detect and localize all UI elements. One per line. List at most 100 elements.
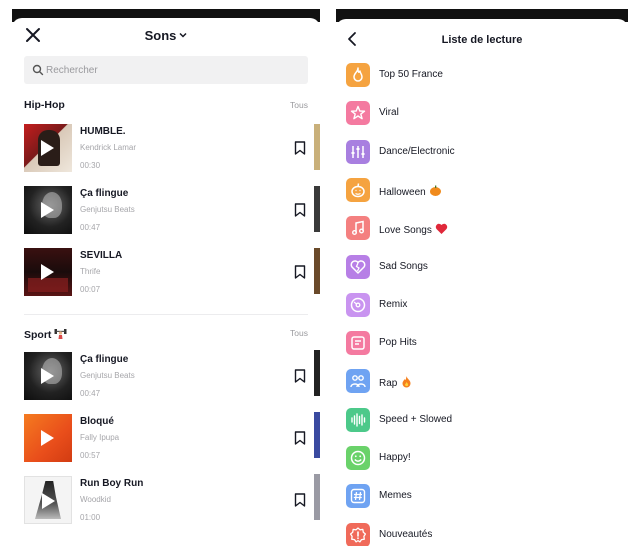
playlist-label: Memes <box>379 490 412 501</box>
track-row[interactable]: SEVILLA Thrife 00:07 <box>24 248 308 298</box>
playlist-label: Pop Hits <box>379 337 417 348</box>
flame-icon <box>346 63 370 87</box>
background-content <box>314 350 320 396</box>
section-title: Sport <box>24 327 67 341</box>
track-duration: 00:07 <box>80 285 101 294</box>
track-cover[interactable] <box>24 186 72 234</box>
red-heart-emoji-icon <box>435 223 448 235</box>
people-icon <box>346 369 370 394</box>
background-content <box>314 474 320 520</box>
track-row[interactable]: Ça flingue Genjutsu Beats 00:47 <box>24 352 308 402</box>
search-bar[interactable] <box>24 56 308 84</box>
track-artist: Woodkid <box>80 495 111 504</box>
track-row[interactable]: Ça flingue Genjutsu Beats 00:47 <box>24 186 308 236</box>
playlist-label-text: Top 50 France <box>379 69 443 80</box>
see-all-link[interactable]: Tous <box>290 100 308 110</box>
playlist-label: Happy! <box>379 452 411 463</box>
broken-heart-icon <box>346 254 370 279</box>
search-icon <box>32 64 44 76</box>
playlist-item[interactable]: Top 50 France <box>346 63 616 89</box>
track-duration: 00:47 <box>80 223 101 232</box>
background-content <box>314 412 320 458</box>
sounds-panel: Sons Hip-Hop Tous HUMBLE. Kendrick Lamar… <box>0 0 322 546</box>
sounds-sheet: Sons Hip-Hop Tous HUMBLE. Kendrick Lamar… <box>12 18 320 546</box>
bookmark-icon[interactable] <box>294 493 306 507</box>
play-icon <box>41 140 54 156</box>
track-title: SEVILLA <box>80 250 123 261</box>
page-title: Liste de lecture <box>441 34 523 46</box>
pop-icon <box>346 331 370 356</box>
fire-emoji-icon <box>402 376 411 388</box>
waveform-icon <box>346 407 370 432</box>
track-cover[interactable] <box>24 124 72 172</box>
chevron-down-icon <box>179 32 187 38</box>
playlist-item[interactable]: Nouveautés <box>346 522 616 546</box>
pumpkin-icon <box>346 177 370 202</box>
disc-icon <box>346 292 370 317</box>
playlist-label-text: Nouveautés <box>379 528 433 540</box>
play-icon <box>41 264 54 280</box>
playlist-label: Viral <box>379 107 399 118</box>
hashtag-icon <box>346 484 370 509</box>
track-duration: 01:00 <box>80 513 101 522</box>
sheet-header: Sons <box>12 18 320 54</box>
section-divider <box>24 314 308 315</box>
playlist-label: Sad Songs <box>379 261 428 272</box>
sheet-title-dropdown[interactable]: Sons <box>12 28 320 43</box>
equalizer-icon <box>346 139 370 164</box>
playlist-label-text: Viral <box>379 107 399 119</box>
track-row[interactable]: Bloqué Fally Ipupa 00:57 <box>24 414 308 464</box>
track-cover[interactable] <box>24 352 72 400</box>
track-artist: Genjutsu Beats <box>80 205 135 214</box>
track-cover[interactable] <box>24 414 72 462</box>
play-icon <box>41 368 54 384</box>
playlist-item[interactable]: Happy! <box>346 446 616 472</box>
section-header-hip-hop: Hip-Hop Tous <box>24 99 308 113</box>
playlist-label: Top 50 France <box>379 69 443 80</box>
playlist-label: Rap <box>379 375 413 389</box>
search-input[interactable] <box>46 56 296 84</box>
background-content <box>314 124 320 170</box>
playlist-item[interactable]: Memes <box>346 484 616 510</box>
playlist-label-text: Love Songs <box>379 225 432 237</box>
playlist-label: Nouveautés <box>379 529 432 540</box>
badge-icon <box>346 522 370 546</box>
bookmark-icon[interactable] <box>294 265 306 279</box>
track-artist: Kendrick Lamar <box>80 143 137 152</box>
music-note-icon <box>346 216 370 241</box>
smile-icon <box>346 446 370 470</box>
playlist-item[interactable]: Love Songs <box>346 216 616 242</box>
playlist-item[interactable]: Halloween <box>346 177 616 204</box>
playlist-label: Remix <box>379 299 407 310</box>
track-title: Run Boy Run <box>80 478 144 489</box>
playlist-label-text: Pop Hits <box>379 337 417 349</box>
bookmark-icon[interactable] <box>294 431 306 445</box>
playlist-label: Halloween <box>379 184 442 198</box>
track-title: Ça flingue <box>80 354 129 365</box>
playlist-label-text: Memes <box>379 490 412 502</box>
playlist-item[interactable]: Dance/Electronic <box>346 139 616 166</box>
playlist-item[interactable]: Rap <box>346 369 616 395</box>
bookmark-icon[interactable] <box>294 141 306 155</box>
playlist-label-text: Remix <box>379 298 408 310</box>
playlist-item[interactable]: Sad Songs <box>346 254 616 281</box>
track-cover[interactable] <box>24 248 72 296</box>
see-all-link[interactable]: Tous <box>290 328 308 338</box>
track-artist: Thrife <box>80 267 101 276</box>
track-row[interactable]: HUMBLE. Kendrick Lamar 00:30 <box>24 124 308 174</box>
bookmark-icon[interactable] <box>294 369 306 383</box>
pumpkin-emoji-icon <box>429 185 441 196</box>
playlist-label-text: Rap <box>379 378 398 390</box>
section-title: Hip-Hop <box>24 99 65 111</box>
track-duration: 00:47 <box>80 389 101 398</box>
bookmark-icon[interactable] <box>294 203 306 217</box>
background-content <box>314 248 320 294</box>
track-cover[interactable] <box>24 476 72 524</box>
playlist-item[interactable]: Viral <box>346 101 616 127</box>
playlist-label-text: Halloween <box>379 186 426 198</box>
playlist-item[interactable]: Speed + Slowed <box>346 407 616 434</box>
playlist-item[interactable]: Remix <box>346 292 616 319</box>
playlist-label: Dance/Electronic <box>379 146 455 157</box>
playlist-item[interactable]: Pop Hits <box>346 331 616 357</box>
track-row[interactable]: Run Boy Run Woodkid 01:00 <box>24 476 308 526</box>
